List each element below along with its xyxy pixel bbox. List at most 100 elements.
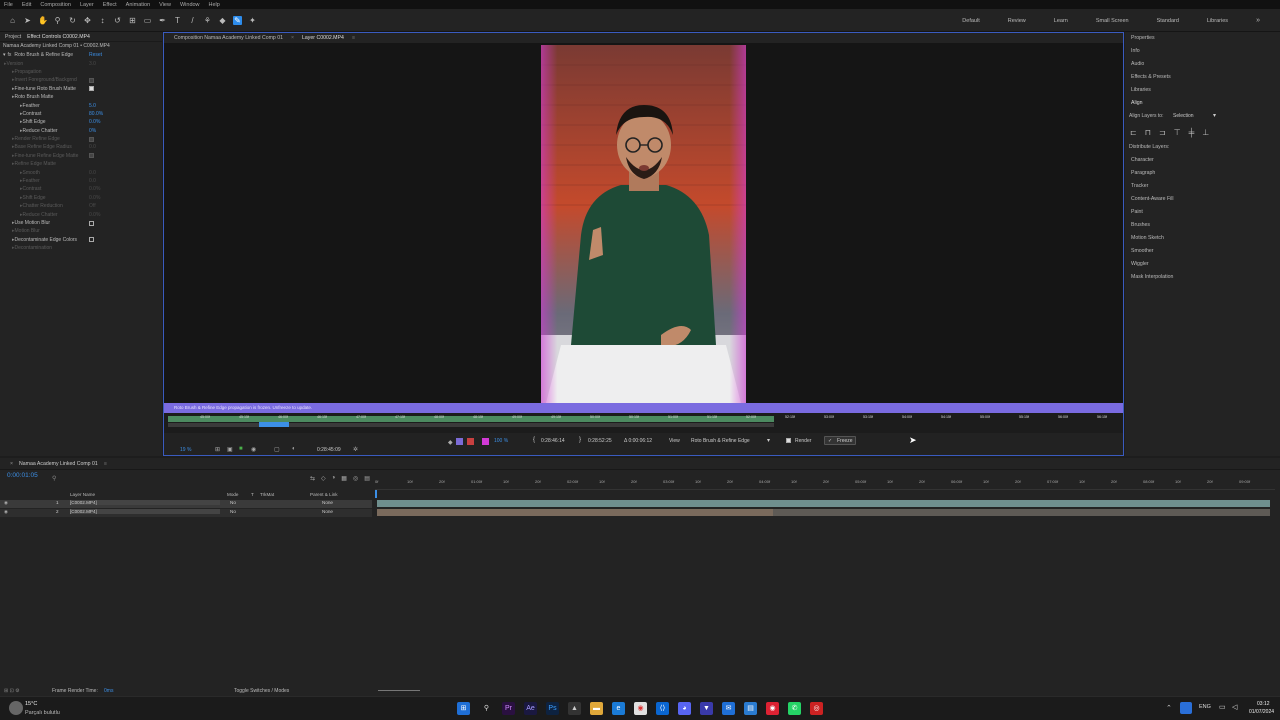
network-icon[interactable]: ▭: [1219, 703, 1226, 711]
col-trkmat[interactable]: TrkMat: [260, 492, 274, 497]
align-to-dropdown[interactable]: Selection: [1173, 113, 1194, 119]
effect-property-value[interactable]: Off: [89, 203, 96, 209]
layer-name[interactable]: [C0002.MP4]: [70, 509, 220, 514]
graph-editor-icon[interactable]: ▤: [364, 475, 370, 482]
align-top-icon[interactable]: ⊤: [1174, 128, 1181, 137]
effect-property-value[interactable]: 0.0%: [89, 119, 100, 125]
current-time[interactable]: 0:28:45:09: [317, 447, 341, 453]
layer-mode[interactable]: No: [230, 509, 236, 514]
shy-layers-icon[interactable]: ◑: [332, 475, 336, 482]
effect-property-checkbox[interactable]: [89, 136, 94, 142]
effect-property-row[interactable]: ▸ Decontamination: [0, 244, 162, 252]
panel-list-item[interactable]: Mask Interpolation: [1125, 271, 1280, 284]
zoom-dropdown[interactable]: 19 %: [180, 447, 191, 453]
layer-mode[interactable]: No: [230, 500, 236, 505]
layer-row[interactable]: ◉ 2 [C0002.MP4] No None: [0, 509, 372, 517]
workspace-small-screen[interactable]: Small Screen: [1082, 18, 1143, 24]
effect-property-checkbox[interactable]: [89, 153, 94, 159]
eraser-tool-icon[interactable]: ◆: [218, 16, 227, 25]
panel-list-item[interactable]: Brushes: [1125, 219, 1280, 232]
motion-blur-icon[interactable]: ◎: [353, 475, 358, 482]
effect-property-row[interactable]: ▸ Use Motion Blur: [0, 219, 162, 227]
chrome-icon[interactable]: ◉: [634, 702, 647, 715]
timeline-ruler[interactable]: 0f 10f 20f 01:00f 10f 20f 02:00f 10f 20f 03:00f 10…: [375, 478, 1275, 490]
zoom-tool-icon[interactable]: ⚲: [53, 16, 62, 25]
menu-window[interactable]: Window: [180, 2, 200, 8]
align-right-icon[interactable]: ⊐: [1159, 128, 1166, 137]
panel-list-item[interactable]: Paint: [1125, 206, 1280, 219]
effect-property-value[interactable]: 0.0%: [89, 212, 100, 218]
effect-property-checkbox[interactable]: [89, 237, 94, 243]
language-indicator[interactable]: ENG: [1199, 704, 1211, 710]
panel-list-item[interactable]: Motion Sketch: [1125, 232, 1280, 245]
toggle-switches-modes[interactable]: Toggle Switches / Modes: [234, 688, 289, 694]
set-in-point-icon[interactable]: {: [533, 437, 535, 443]
workspace-review[interactable]: Review: [994, 18, 1040, 24]
effect-property-value[interactable]: 0.0: [89, 170, 96, 176]
align-center-v-icon[interactable]: ╪: [1189, 128, 1195, 137]
layer-parent[interactable]: None: [322, 500, 333, 505]
view-dropdown[interactable]: Roto Brush & Refine Edge: [691, 438, 750, 444]
vscode-icon[interactable]: ⟨⟩: [656, 702, 669, 715]
panel-list-item[interactable]: Smoother: [1125, 245, 1280, 258]
menu-layer[interactable]: Layer: [80, 2, 94, 8]
effect-property-row[interactable]: ▸ Reduce Chatter 0%: [0, 127, 162, 135]
panel-menu-icon[interactable]: ≡: [352, 35, 355, 41]
pan-tool-icon[interactable]: ✥: [83, 16, 92, 25]
panel-list-item[interactable]: Wiggler: [1125, 258, 1280, 271]
orbit-tool-icon[interactable]: ↻: [68, 16, 77, 25]
close-icon[interactable]: ×: [10, 461, 13, 467]
effect-property-row[interactable]: ▸ Shift Edge 0.0%: [0, 194, 162, 202]
effect-property-value[interactable]: 3.0: [89, 61, 96, 67]
edge-icon[interactable]: e: [612, 702, 625, 715]
effect-property-row[interactable]: ▸ Reduce Chatter 0.0%: [0, 210, 162, 218]
render-checkbox[interactable]: [786, 438, 791, 443]
col-mode[interactable]: Mode: [227, 492, 239, 497]
layer-name[interactable]: [C0002.MP4]: [70, 500, 220, 505]
effect-property-row[interactable]: ▸ Decontaminate Edge Colors: [0, 236, 162, 244]
panel-libraries[interactable]: Libraries: [1125, 84, 1280, 97]
fx-icon[interactable]: fx: [8, 52, 12, 58]
microphone-icon[interactable]: [1180, 702, 1192, 714]
workspace-standard[interactable]: Standard: [1143, 18, 1193, 24]
file-explorer-icon[interactable]: ▬: [590, 702, 603, 715]
panel-effects-presets[interactable]: Effects & Presets: [1125, 71, 1280, 84]
col-parent[interactable]: Parent & Link: [310, 492, 338, 497]
visibility-eye-icon[interactable]: ◉: [4, 500, 8, 506]
selection-tool-icon[interactable]: ➤: [23, 16, 32, 25]
draft-3d-icon[interactable]: ◇: [321, 475, 326, 482]
effect-property-value[interactable]: 0.0: [89, 178, 96, 184]
keyframe-nav-icon[interactable]: ◆: [448, 439, 453, 446]
app-icon[interactable]: ▼: [700, 702, 713, 715]
panel-menu-icon[interactable]: ≡: [104, 461, 107, 467]
chevron-down-icon[interactable]: ▾: [767, 437, 770, 444]
chevron-down-icon[interactable]: ▾: [1213, 112, 1216, 119]
type-tool-icon[interactable]: T: [173, 16, 182, 25]
clock-time[interactable]: 03:12: [1257, 701, 1270, 707]
effect-property-row[interactable]: ▸ Roto Brush Matte: [0, 93, 162, 101]
chevron-up-icon[interactable]: ⌃: [1166, 704, 1172, 712]
panel-list-item[interactable]: Tracker: [1125, 180, 1280, 193]
app-icon[interactable]: ▤: [744, 702, 757, 715]
reset-link[interactable]: Reset: [89, 52, 102, 58]
align-left-icon[interactable]: ⊏: [1130, 128, 1137, 137]
effect-property-row[interactable]: ▸ Contrast 80.0%: [0, 110, 162, 118]
hand-tool-icon[interactable]: ✋: [38, 16, 48, 25]
app-icon[interactable]: ◎: [810, 702, 823, 715]
out-time[interactable]: 0:28:52:25: [588, 438, 612, 444]
effect-property-row[interactable]: ▸ Shift Edge 0.0%: [0, 118, 162, 126]
roto-propagation-timeline[interactable]: 45:00f 45:15f 46:00f 46:15f 47:00f 47:15f 48:0…: [164, 413, 1123, 433]
effect-property-row[interactable]: ▸ Feather 0.0: [0, 177, 162, 185]
effect-property-row[interactable]: ▸ Propagation: [0, 68, 162, 76]
effect-property-row[interactable]: ▸ Chatter Reduction Off: [0, 202, 162, 210]
tab-layer[interactable]: Layer C0002.MP4: [302, 35, 344, 41]
rotation-tool-icon[interactable]: ↺: [113, 16, 122, 25]
panel-list-item[interactable]: Character: [1125, 154, 1280, 167]
premiere-icon[interactable]: Pr: [502, 702, 515, 715]
after-effects-icon[interactable]: Ae: [524, 702, 537, 715]
panel-properties[interactable]: Properties: [1125, 32, 1280, 45]
effect-property-row[interactable]: ▸ Fine-tune Refine Edge Matte: [0, 152, 162, 160]
expand-triangle-icon[interactable]: ▾: [3, 52, 6, 58]
col-layer-name[interactable]: Layer Name: [70, 492, 95, 497]
show-snapshot-icon[interactable]: ▢: [274, 446, 280, 453]
